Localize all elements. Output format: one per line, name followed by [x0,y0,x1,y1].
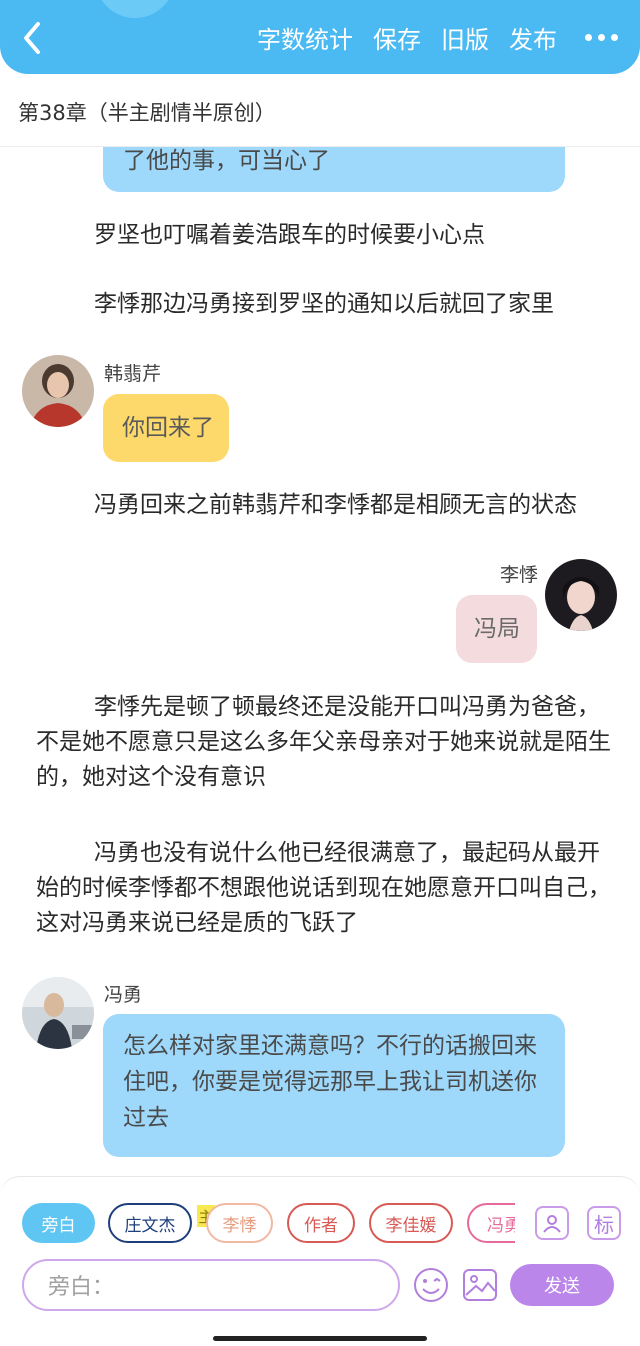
narration-line: 冯勇也没有说什么他已经很满意了，最起码从最开 [94,840,600,866]
message-bubble-partial: 了他的事，可当心了 [103,147,565,192]
role-chip-li-jiayuan[interactable]: 李佳媛 [369,1203,453,1243]
send-button[interactable]: 发送 [510,1264,614,1306]
chevron-left-icon [24,22,40,54]
narration-line: 始的时候李悸都不想跟他说话到现在她愿意开口叫自己， [36,875,611,901]
speaker-name: 韩翡芹 [104,363,162,385]
narration-line: 李悸先是顿了顿最终还是没能开口叫冯勇为爸爸， [94,694,600,720]
role-chip-li-ji[interactable]: 李悸 [206,1203,273,1243]
composer-panel: 旁白 庄文杰 主 李悸 作者 李佳媛 冯勇 标 旁白： 发送 [0,1176,640,1346]
message-text: 过去 [123,1105,169,1131]
avatar-image [545,559,617,631]
narration-paragraph: 冯勇也没有说什么他已经很满意了，最起码从最开 始的时候李悸都不想跟他说话到现在她… [36,836,616,941]
more-icon[interactable] [585,34,618,41]
narration-line: 冯勇回来之前韩翡芹和李悸都是相顾无言的状态 [94,492,577,518]
home-indicator[interactable] [213,1336,427,1341]
old-version-button[interactable]: 旧版 [441,20,489,55]
message-text: 住吧，你要是觉得远那早上我让司机送你 [123,1069,537,1095]
top-bar: 字数统计 保存 旧版 发布 [0,0,640,74]
message-text: 怎么样对家里还满意吗？不行的话搬回来 [123,1033,537,1059]
chapter-title: 第38章（半主剧情半原创） [18,101,276,125]
message-bubble[interactable]: 你回来了 [103,394,229,462]
speaker-name: 李悸 [500,564,539,586]
word-count-button[interactable]: 字数统计 [257,20,353,55]
emoji-glyph [414,1268,448,1302]
person-icon[interactable] [535,1206,569,1240]
publish-button[interactable]: 发布 [509,20,557,55]
narration-line: 李悸那边冯勇接到罗坚的通知以后就回了家里 [94,291,554,317]
emoji-icon[interactable] [413,1267,449,1303]
narration-line: 的，她对这个没有意识 [36,764,266,790]
narration-line: 不是她不愿意只是这么多年父亲母亲对于她来说就是陌生 [36,729,611,755]
avatar-image [22,977,94,1049]
back-button[interactable] [14,16,54,60]
role-chip-feng-yong[interactable]: 冯勇 [467,1203,515,1243]
tag-button[interactable]: 标 [587,1206,621,1240]
role-chip-author[interactable]: 作者 [287,1203,355,1243]
avatar-feng-yong[interactable] [22,977,94,1049]
role-chip-zhuang-wenjie[interactable]: 庄文杰 [108,1203,192,1243]
chat-content[interactable]: 了他的事，可当心了 罗坚也叮嘱着姜浩跟车的时候要小心点 李悸那边冯勇接到罗坚的通… [0,147,640,1177]
narration-line: 这对冯勇来说已经是质的飞跃了 [36,910,358,936]
message-input[interactable]: 旁白： [22,1259,400,1311]
message-text: 你回来了 [122,415,214,441]
header-decoration [95,0,175,18]
image-icon[interactable] [462,1267,498,1303]
message-text: 了他的事，可当心了 [123,148,330,174]
message-text: 冯局 [474,616,520,642]
chip-scroll-clip: 冯勇 [467,1203,515,1247]
message-bubble[interactable]: 冯局 [456,595,537,663]
speaker-name: 冯勇 [104,984,143,1006]
save-button[interactable]: 保存 [373,20,421,55]
person-glyph [543,1215,561,1233]
narration-line: 罗坚也叮嘱着姜浩跟车的时候要小心点 [94,222,485,248]
role-chip-narrator[interactable]: 旁白 [22,1203,95,1243]
avatar-han-feiqin[interactable] [22,355,94,427]
avatar-li-ji[interactable] [545,559,617,631]
avatar-image [22,355,94,427]
message-bubble[interactable]: 怎么样对家里还满意吗？不行的话搬回来 住吧，你要是觉得远那早上我让司机送你 过去 [103,1014,565,1157]
image-glyph [463,1269,497,1301]
narration-paragraph: 李悸先是顿了顿最终还是没能开口叫冯勇为爸爸， 不是她不愿意只是这么多年父亲母亲对… [36,690,616,795]
